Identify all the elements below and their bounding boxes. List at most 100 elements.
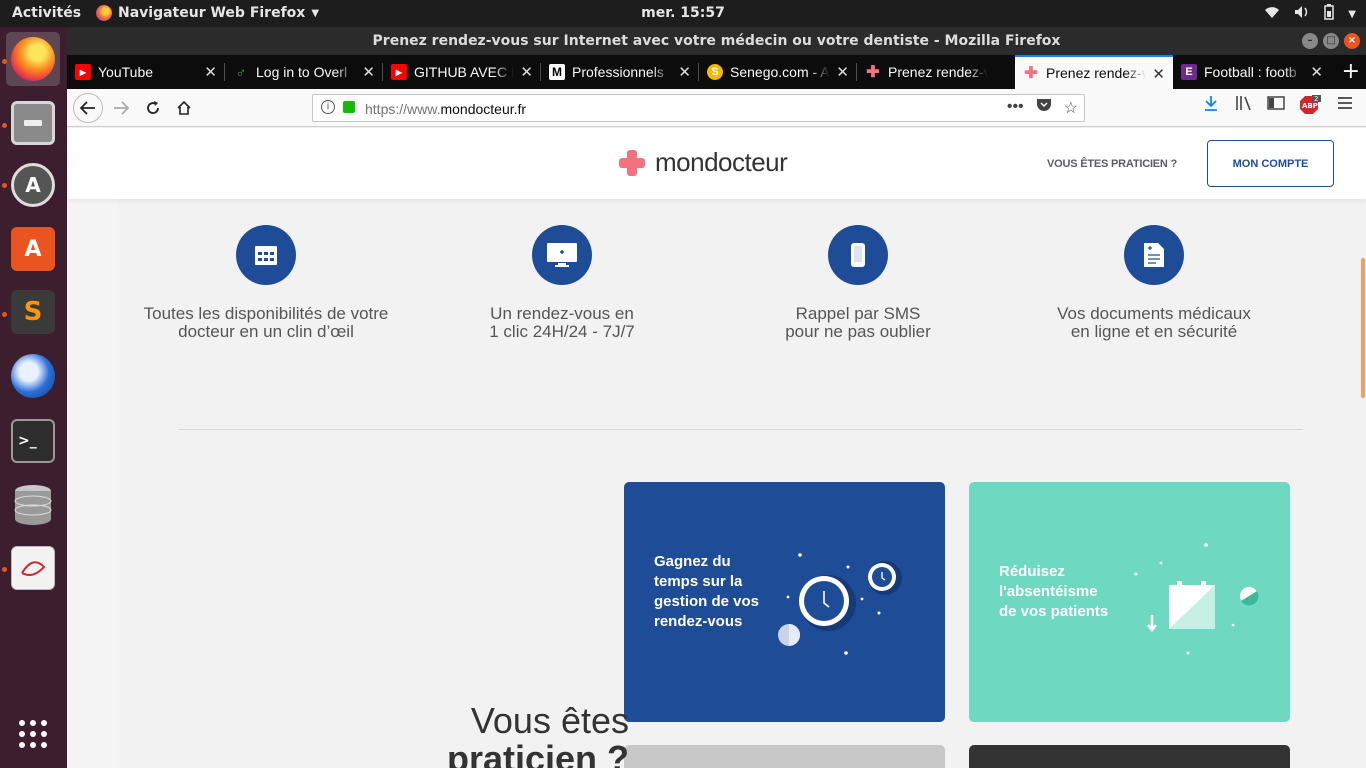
url-text[interactable]: https://www.mondocteur.fr bbox=[365, 101, 526, 117]
football-icon: E bbox=[1181, 64, 1197, 80]
close-tab-icon[interactable]: ✕ bbox=[1310, 63, 1323, 81]
arrow-left-icon bbox=[80, 101, 95, 115]
tab-mondocteur-active[interactable]: ✚ Prenez rendez-v ✕ bbox=[1015, 55, 1173, 89]
info-icon[interactable]: i bbox=[321, 100, 335, 114]
adblock-icon[interactable]: ABP 2 bbox=[1299, 93, 1321, 119]
dock-files[interactable] bbox=[6, 96, 60, 150]
close-tab-icon[interactable]: ✕ bbox=[678, 63, 691, 81]
tab-label: Prenez rendez-v bbox=[888, 64, 988, 80]
card-third[interactable] bbox=[624, 745, 945, 768]
close-window-button[interactable]: × bbox=[1344, 33, 1360, 49]
grid-icon bbox=[11, 712, 55, 756]
tab-github-video[interactable]: ▶ GITHUB AVEC L ✕ bbox=[383, 55, 541, 89]
dock-thunderbird[interactable] bbox=[6, 349, 60, 403]
calendar-icon bbox=[236, 225, 296, 285]
site-logo[interactable]: mondocteur bbox=[619, 147, 788, 178]
dock-terminal[interactable]: >_ bbox=[6, 414, 60, 468]
medium-icon: M bbox=[549, 64, 565, 80]
dock: A A S >_ bbox=[0, 27, 67, 768]
tab-strip: ▶ YouTube ✕ ♂ Log in to Overl ✕ ▶ GITHUB… bbox=[67, 55, 1366, 89]
card-absenteeism[interactable]: Réduisez l'absentéisme de vos patients bbox=[969, 482, 1290, 722]
tab-football[interactable]: E Football : footb ✕ bbox=[1173, 55, 1331, 89]
lock-icon[interactable] bbox=[343, 101, 355, 113]
card-text: Réduisez l'absentéisme de vos patients bbox=[999, 563, 1109, 620]
wifi-icon[interactable] bbox=[1264, 5, 1280, 23]
feature-text: Vos documents médicaux bbox=[1057, 304, 1251, 323]
document-icon bbox=[1124, 225, 1184, 285]
tab-overleaf[interactable]: ♂ Log in to Overl ✕ bbox=[225, 55, 383, 89]
bookmark-star-icon[interactable]: ☆ bbox=[1064, 98, 1078, 118]
minimize-button[interactable]: – bbox=[1302, 33, 1318, 49]
app-menu-label: Navigateur Web Firefox bbox=[118, 5, 306, 21]
system-tray[interactable]: ▼ bbox=[1264, 4, 1356, 24]
scrollbar-thumb[interactable] bbox=[1361, 258, 1365, 398]
file-cabinet-icon bbox=[11, 101, 55, 145]
forward-button[interactable] bbox=[107, 94, 135, 122]
feature-text: Rappel par SMS bbox=[795, 304, 921, 323]
home-icon bbox=[177, 100, 191, 115]
window-title: Prenez rendez-vous sur Internet avec vot… bbox=[372, 33, 1061, 49]
new-tab-button[interactable]: + bbox=[1342, 59, 1360, 84]
sublime-icon: S bbox=[11, 290, 55, 334]
back-button[interactable] bbox=[73, 93, 103, 123]
card-fourth[interactable] bbox=[969, 745, 1290, 768]
account-button[interactable]: MON COMPTE bbox=[1207, 140, 1334, 187]
dock-software-center[interactable]: A bbox=[6, 222, 60, 276]
tab-label: YouTube bbox=[98, 64, 154, 80]
tab-label: GITHUB AVEC L bbox=[414, 64, 514, 80]
library-icon[interactable] bbox=[1235, 95, 1253, 115]
tab-youtube[interactable]: ▶ YouTube ✕ bbox=[67, 55, 225, 89]
maximize-button[interactable]: □ bbox=[1323, 33, 1339, 49]
download-icon[interactable] bbox=[1203, 95, 1219, 115]
tab-mondocteur[interactable]: ✚ Prenez rendez-v bbox=[857, 55, 1015, 89]
close-tab-icon[interactable]: ✕ bbox=[1152, 65, 1165, 83]
dock-software-updater[interactable]: A bbox=[6, 158, 60, 212]
tab-label: Professionnels bbox=[572, 64, 664, 80]
sidebar-icon[interactable] bbox=[1267, 95, 1285, 115]
chevron-down-icon[interactable]: ▼ bbox=[1348, 9, 1356, 20]
overleaf-icon: ♂ bbox=[235, 64, 247, 80]
dock-sublime-text[interactable]: S bbox=[6, 285, 60, 339]
feature-availability: Toutes les disponibilités de votre docteu… bbox=[126, 225, 406, 341]
firefox-icon bbox=[11, 37, 55, 81]
navigation-toolbar: i https://www.mondocteur.fr ••• ☆ ABP 2 bbox=[67, 89, 1366, 127]
pocket-icon[interactable] bbox=[1036, 98, 1052, 118]
close-tab-icon[interactable]: ✕ bbox=[362, 63, 375, 81]
activities-button[interactable]: Activités bbox=[12, 5, 81, 21]
tab-label: Football : footb bbox=[1204, 64, 1297, 80]
app-menu[interactable]: Navigateur Web Firefox ▼ bbox=[96, 5, 319, 21]
tab-label: Senego.com - A bbox=[730, 64, 830, 80]
dock-database[interactable] bbox=[6, 478, 60, 532]
clock-illustration bbox=[778, 553, 902, 655]
tab-medium[interactable]: M Professionnels ✕ bbox=[541, 55, 699, 89]
battery-icon[interactable] bbox=[1324, 4, 1335, 24]
dock-document-viewer[interactable] bbox=[6, 541, 60, 595]
close-tab-icon[interactable]: ✕ bbox=[204, 63, 217, 81]
home-button[interactable] bbox=[170, 94, 198, 122]
close-tab-icon[interactable]: ✕ bbox=[520, 63, 533, 81]
url-bar[interactable]: i https://www.mondocteur.fr ••• ☆ bbox=[312, 94, 1085, 122]
reload-button[interactable] bbox=[139, 94, 167, 122]
database-icon bbox=[11, 483, 55, 527]
page-actions-icon[interactable]: ••• bbox=[1007, 98, 1024, 118]
tab-label: Log in to Overl bbox=[256, 64, 348, 80]
praticien-heading: Vous êtes praticien ? bbox=[329, 702, 629, 768]
feature-text: docteur en un clin d’œil bbox=[178, 322, 354, 341]
tab-senego[interactable]: S Senego.com - A ✕ bbox=[699, 55, 857, 89]
firefox-icon bbox=[96, 5, 112, 21]
tab-label: Prenez rendez-v bbox=[1046, 65, 1146, 81]
show-applications-button[interactable] bbox=[6, 707, 60, 761]
feature-text: 1 clic 24H/24 - 7J/7 bbox=[489, 322, 635, 341]
dock-firefox[interactable] bbox=[6, 32, 60, 86]
card-time-saving[interactable]: Gagnez du temps sur la gestion de vos re… bbox=[624, 482, 945, 722]
volume-icon[interactable] bbox=[1294, 5, 1310, 23]
feature-text: pour ne pas oublier bbox=[785, 322, 931, 341]
close-tab-icon[interactable]: ✕ bbox=[836, 63, 849, 81]
document-viewer-icon bbox=[11, 546, 55, 590]
hamburger-menu-icon[interactable] bbox=[1337, 95, 1353, 114]
mondocteur-icon: ✚ bbox=[1024, 65, 1038, 82]
praticien-link[interactable]: VOUS ÊTES PRATICIEN ? bbox=[1047, 158, 1177, 170]
feature-text: en ligne et en sécurité bbox=[1070, 322, 1238, 341]
svg-text:2: 2 bbox=[1314, 95, 1318, 103]
updater-icon: A bbox=[11, 163, 55, 207]
